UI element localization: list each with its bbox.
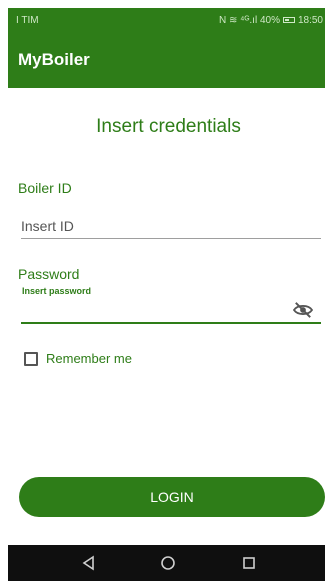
clock: 18:50 bbox=[297, 14, 323, 26]
app-screen: I TIM N ≋ ⁴ᴳ.ıl 40% 18:50 MyBoiler Inser… bbox=[8, 8, 325, 581]
app-bar: MyBoiler bbox=[8, 32, 325, 88]
battery-icon bbox=[282, 17, 295, 23]
password-hint: Insert password bbox=[22, 286, 92, 296]
back-icon bbox=[82, 555, 94, 571]
back-button[interactable] bbox=[78, 553, 98, 573]
status-indicators: N ≋ ⁴ᴳ.ıl 40% 18:50 bbox=[219, 15, 323, 26]
password-field[interactable] bbox=[21, 304, 281, 322]
remember-me-label: Remember me bbox=[46, 351, 132, 366]
remember-me-checkbox[interactable] bbox=[24, 351, 38, 366]
signal-indicators: N ≋ ⁴ᴳ.ıl 40% bbox=[218, 14, 280, 26]
eye-slash-icon[interactable] bbox=[292, 301, 314, 319]
recents-button[interactable] bbox=[239, 553, 259, 573]
password-label: Password bbox=[18, 266, 80, 282]
boiler-id-label: Boiler ID bbox=[18, 180, 72, 196]
boiler-id-underline bbox=[21, 238, 321, 239]
login-button[interactable]: LOGIN bbox=[19, 477, 325, 517]
password-underline bbox=[21, 322, 321, 324]
home-icon bbox=[161, 556, 176, 570]
nav-bar bbox=[8, 545, 325, 581]
status-bar: I TIM N ≋ ⁴ᴳ.ıl 40% 18:50 bbox=[8, 8, 325, 32]
home-button[interactable] bbox=[158, 553, 178, 573]
boiler-id-field[interactable]: Insert ID bbox=[21, 218, 74, 234]
page-title: Insert credentials bbox=[96, 116, 241, 137]
app-title: MyBoiler bbox=[18, 50, 90, 69]
carrier-label: I TIM bbox=[16, 14, 39, 26]
remember-me-row[interactable]: Remember me bbox=[24, 351, 132, 366]
recents-icon bbox=[243, 557, 255, 569]
